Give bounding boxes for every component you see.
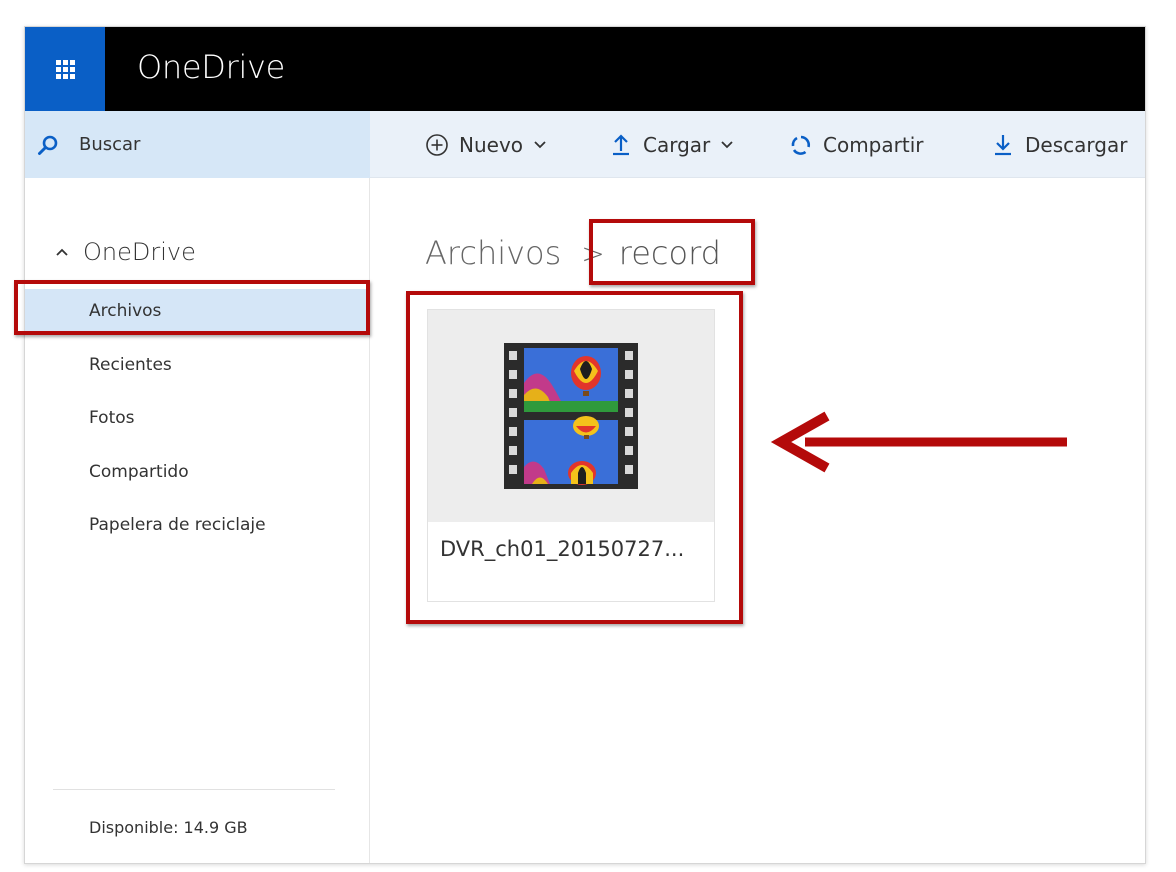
sidebar-item-label: Fotos <box>89 408 135 428</box>
sidebar-item-archivos[interactable]: Archivos <box>25 289 370 333</box>
download-button[interactable]: Descargar <box>991 111 1127 178</box>
sidebar-item-label: Compartido <box>89 462 189 482</box>
breadcrumb-separator: > <box>581 236 605 270</box>
search-icon <box>38 135 58 155</box>
onedrive-window: OneDrive Buscar Nuevo Cargar Compartir D… <box>24 26 1146 864</box>
breadcrumb-current-folder: record <box>618 234 721 272</box>
plus-circle-icon <box>426 133 448 156</box>
app-launcher-button[interactable] <box>25 27 105 111</box>
sidebar-item-label: Archivos <box>89 301 162 321</box>
file-thumbnail <box>428 310 714 522</box>
command-bar: Buscar Nuevo Cargar Compartir Descargar <box>25 111 1145 178</box>
download-icon <box>995 134 1011 155</box>
sidebar-item-label: Recientes <box>89 355 172 375</box>
sidebar: OneDrive Archivos Recientes Fotos Compar… <box>25 178 370 863</box>
file-tile[interactable]: DVR_ch01_20150727... <box>427 309 715 602</box>
sidebar-item-compartido[interactable]: Compartido <box>25 450 370 494</box>
new-button[interactable]: Nuevo <box>425 111 547 178</box>
video-file-icon <box>504 343 638 489</box>
sidebar-divider <box>53 789 335 790</box>
file-name: DVR_ch01_20150727... <box>440 537 685 561</box>
sidebar-item-fotos[interactable]: Fotos <box>25 396 370 440</box>
share-icon <box>791 135 811 155</box>
download-label: Descargar <box>1025 132 1128 157</box>
app-header: OneDrive <box>25 27 1145 111</box>
sidebar-root-onedrive[interactable]: OneDrive <box>55 238 196 266</box>
chevron-down-icon <box>721 140 733 148</box>
sidebar-item-label: Papelera de reciclaje <box>89 515 266 535</box>
search-label: Buscar <box>79 134 141 155</box>
share-button[interactable]: Compartir <box>789 111 923 178</box>
search-box[interactable]: Buscar <box>25 111 370 178</box>
new-label: Nuevo <box>459 132 524 157</box>
chevron-down-icon <box>534 140 546 148</box>
sidebar-item-recientes[interactable]: Recientes <box>25 343 370 387</box>
sidebar-item-papelera[interactable]: Papelera de reciclaje <box>25 503 370 547</box>
app-title[interactable]: OneDrive <box>137 48 285 86</box>
upload-icon <box>613 133 629 155</box>
breadcrumb-root[interactable]: Archivos <box>425 234 561 272</box>
share-label: Compartir <box>823 132 924 157</box>
upload-label: Cargar <box>643 132 711 157</box>
chevron-up-icon <box>56 248 68 256</box>
breadcrumb: Archivos > record <box>425 234 721 272</box>
sidebar-root-label: OneDrive <box>83 238 196 266</box>
storage-available: Disponible: 14.9 GB <box>89 818 248 837</box>
upload-button[interactable]: Cargar <box>609 111 734 178</box>
main-content: Archivos > record DVR_ch01_20150727... <box>371 178 1145 863</box>
waffle-icon <box>55 59 75 79</box>
